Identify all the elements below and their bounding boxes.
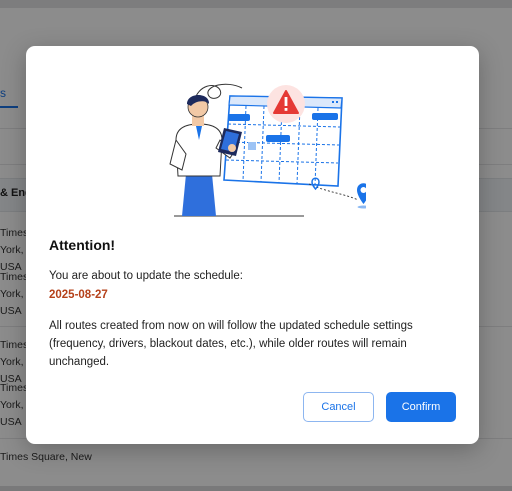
dialog-body-text: All routes created from now on will foll… bbox=[49, 320, 413, 368]
schedule-date: 2025-08-27 bbox=[49, 289, 108, 301]
dialog-title: Attention! bbox=[49, 237, 116, 253]
confirm-button[interactable]: Confirm bbox=[386, 392, 456, 422]
cancel-button[interactable]: Cancel bbox=[303, 392, 374, 422]
dialog-lead-text: You are about to update the schedule: bbox=[49, 270, 243, 282]
schedule-illustration bbox=[169, 83, 366, 217]
confirmation-dialog: Attention! You are about to update the s… bbox=[26, 46, 479, 444]
warning-icon bbox=[267, 85, 305, 123]
